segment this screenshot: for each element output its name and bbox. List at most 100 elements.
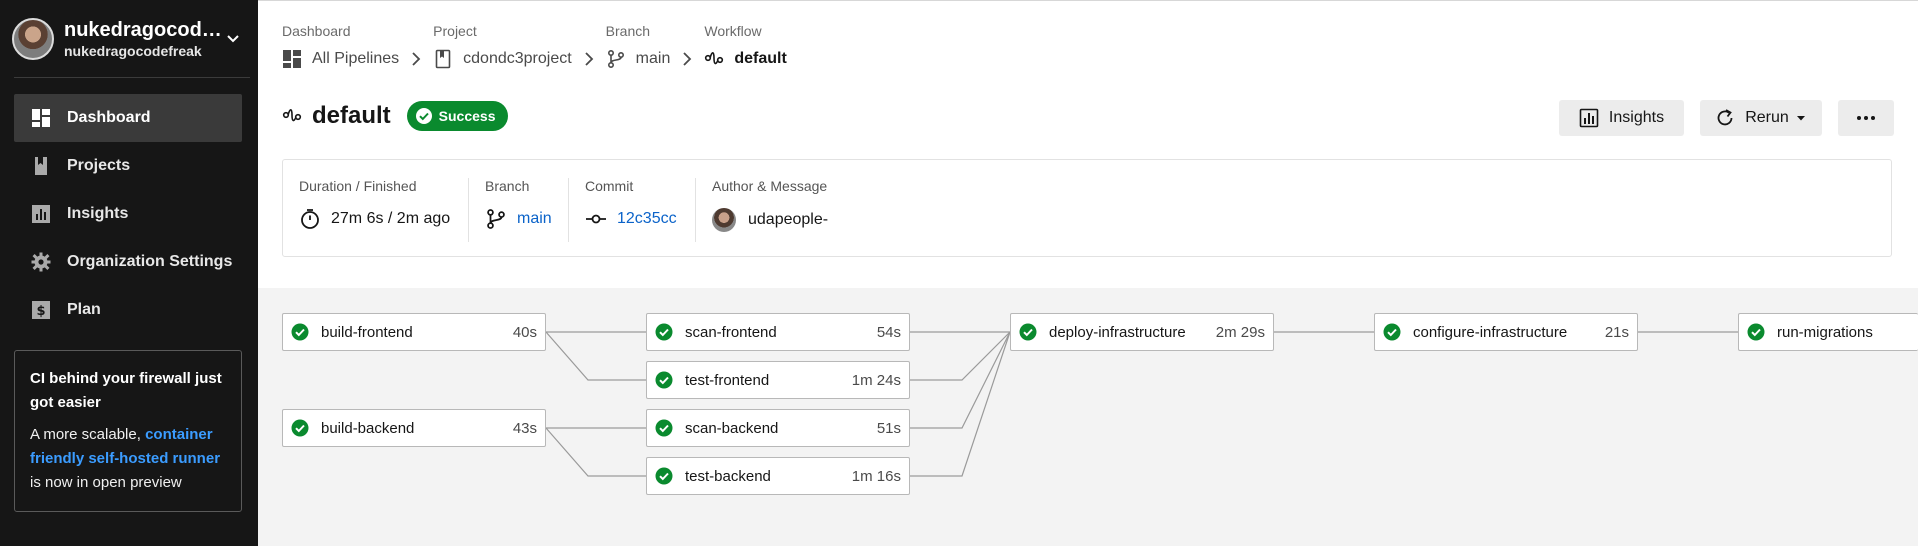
workflow-info-panel: Duration / Finished 27m 6s / 2m ago Bran… [282,159,1892,257]
timer-icon [301,209,319,229]
breadcrumb-label: Branch [605,23,651,39]
sidebar-item-label: Organization Settings [67,253,233,270]
job-duration: 2m 29s [1215,323,1265,341]
projects-icon [30,155,52,177]
sidebar-item-insights[interactable]: Insights [14,190,242,238]
breadcrumb-dashboard[interactable]: Dashboard All Pipelines [282,23,399,69]
promo-body: A more scalable, container friendly self… [30,423,226,495]
author-section: Author & Message udapeople- [696,178,856,242]
success-check-icon [655,419,673,437]
job-configure-infrastructure[interactable]: configure-infrastructure 21s [1374,313,1638,351]
success-check-icon [1383,323,1401,341]
sidebar-item-label: Plan [67,301,101,318]
job-scan-backend[interactable]: scan-backend 51s [646,409,910,447]
breadcrumb-workflow[interactable]: Workflow default [704,23,786,69]
job-name: scan-frontend [685,323,777,341]
job-duration: 1m 16s [851,467,901,485]
status-text: Success [438,108,496,124]
workflow-header: Dashboard All Pipelines Project cdondc3p… [258,0,1918,288]
success-check-icon [655,323,673,341]
avatar [12,18,54,60]
sidebar-item-label: Dashboard [67,109,151,126]
job-name: build-frontend [321,323,413,341]
breadcrumb-value: All Pipelines [312,50,400,67]
promo-text: is now in open preview [30,474,182,491]
promo-text: A more scalable, [30,426,141,443]
success-check-icon [1019,323,1037,341]
sidebar-item-label: Projects [67,157,131,174]
page-title: default [312,102,391,129]
breadcrumb-branch[interactable]: Branch main [605,23,671,69]
plan-icon: $ [30,299,52,321]
rerun-button[interactable]: Rerun [1700,100,1822,136]
branch-icon [487,209,505,229]
job-deploy-infrastructure[interactable]: deploy-infrastructure 2m 29s [1010,313,1274,351]
job-name: build-backend [321,419,415,437]
branch-icon [607,49,624,69]
job-name: test-frontend [685,371,770,389]
breadcrumb-value: main [635,50,671,67]
success-check-icon [291,323,309,341]
success-check-icon [1747,323,1765,341]
commit-label: Commit [585,178,634,194]
breadcrumb-label: Workflow [704,23,762,39]
job-name: deploy-infrastructure [1049,323,1186,341]
job-test-frontend[interactable]: test-frontend 1m 24s [646,361,910,399]
insights-button-label: Insights [1608,109,1665,126]
user-name: nukedragocodefreak [64,18,224,41]
rerun-icon [1717,109,1733,126]
gear-icon [30,251,52,273]
insights-icon [30,203,52,225]
caret-down-icon [1796,116,1805,121]
commit-link[interactable]: 12c35cc [617,210,677,228]
breadcrumb: Dashboard All Pipelines Project cdondc3p… [282,23,787,69]
breadcrumb-value: default [734,50,787,67]
more-options-button[interactable] [1838,100,1894,136]
workflow-title-row: default Success [282,101,508,131]
branch-section: Branch main [469,178,569,242]
job-build-frontend[interactable]: build-frontend 40s [282,313,546,351]
job-duration: 21s [1604,323,1629,341]
job-scan-frontend[interactable]: scan-frontend 54s [646,313,910,351]
breadcrumb-value: cdondc3project [463,50,572,67]
job-run-migrations[interactable]: run-migrations [1738,313,1918,351]
duration-label: Duration / Finished [299,178,417,194]
user-switcher[interactable]: nukedragocodefreak nukedragocodefreak [12,18,246,60]
chevron-right-icon [399,23,433,69]
author-avatar [712,208,736,232]
chevron-down-icon[interactable] [224,30,242,48]
chevron-right-icon [670,23,704,69]
breadcrumb-label: Project [433,23,477,39]
dashboard-icon [30,107,52,129]
job-test-backend[interactable]: test-backend 1m 16s [646,457,910,495]
workflow-graph: build-frontend 40s build-backend 43s sca… [258,288,1918,546]
job-build-backend[interactable]: build-backend 43s [282,409,546,447]
author-message: udapeople- [748,211,829,228]
author-label: Author & Message [712,178,828,194]
project-icon [435,49,451,69]
job-name: scan-backend [685,419,779,437]
svg-text:$: $ [36,304,45,319]
job-duration: 43s [512,419,537,437]
sidebar-item-label: Insights [67,205,129,222]
job-name: run-migrations [1777,323,1873,341]
branch-label: Branch [485,178,530,194]
job-duration: 1m 24s [851,371,901,389]
more-options-icon [1857,116,1875,120]
dashboard-icon [283,50,301,68]
breadcrumb-project[interactable]: Project cdondc3project [433,23,572,69]
sidebar-item-organization-settings[interactable]: Organization Settings [14,238,242,286]
sidebar-item-projects[interactable]: Projects [14,142,242,190]
commit-section: Commit 12c35cc [569,178,696,242]
workflow-icon [282,108,302,122]
job-duration: 54s [876,323,901,341]
insights-icon [1579,108,1599,128]
user-handle: nukedragocodefreak [64,42,202,59]
promo-card: CI behind your firewall just got easier … [14,350,242,512]
duration-value: 27m 6s / 2m ago [331,210,451,227]
job-duration: 40s [512,323,537,341]
branch-link[interactable]: main [517,210,552,228]
sidebar-item-dashboard[interactable]: Dashboard [14,94,242,142]
sidebar-item-plan[interactable]: $ Plan [14,286,242,334]
insights-button[interactable]: Insights [1559,100,1684,136]
